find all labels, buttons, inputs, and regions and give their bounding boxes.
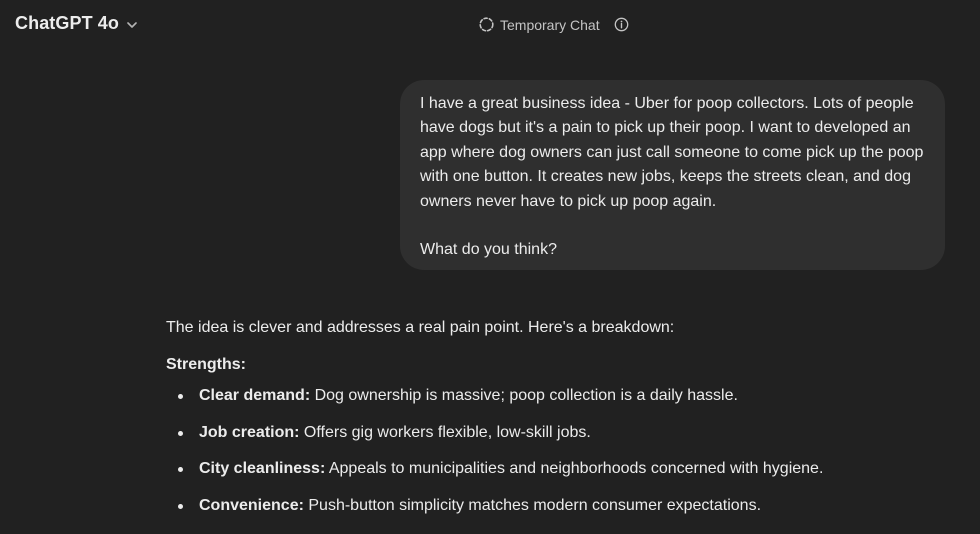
model-name: ChatGPT 4o [15,13,120,33]
bullet-icon [178,394,183,399]
bullet-icon [178,503,183,509]
model-switcher[interactable]: ChatGPT 4o [15,13,139,34]
list-item-text: Appeals to municipalities and neighborho… [325,460,824,477]
list-item-title: City cleanliness: [199,460,326,477]
chevron-down-icon [127,21,137,28]
list-item-title: Job creation: [199,423,300,441]
info-icon[interactable] [614,17,629,32]
list-item-text: Dog ownership is massive; poop collectio… [310,387,738,404]
bullet-icon [178,430,183,436]
strengths-heading: Strengths: [166,356,246,373]
user-message-bubble: I have a great business idea - Uber for … [400,80,945,270]
list-item-text: Push-button simplicity matches modern co… [303,496,762,514]
user-message-question: What do you think? [420,241,557,259]
list-item-title: Clear demand: [199,387,311,404]
list-item: Job creation: Offers gig workers flexibl… [166,422,866,444]
dashed-circle-icon [479,17,494,32]
temporary-chat-label: Temporary Chat [500,16,600,33]
assistant-message: The idea is clever and addresses a real … [166,317,866,531]
bullet-icon [178,467,183,472]
list-item: City cleanliness: Appeals to municipalit… [166,458,866,480]
user-message-paragraph: I have a great business idea - Uber for … [420,95,924,210]
list-item: Convenience: Push-button simplicity matc… [166,495,866,517]
list-item: Clear demand: Dog ownership is massive; … [166,385,866,407]
chat-header: ChatGPT 4o Temporary Chat [0,0,980,52]
temporary-chat-indicator[interactable]: Temporary Chat [478,16,629,33]
list-item-title: Convenience: [199,496,304,514]
list-item-text: Offers gig workers flexible, low-skill j… [299,423,591,441]
chat-window: ChatGPT 4o Temporary Chat I have a great… [0,0,980,534]
assistant-intro: The idea is clever and addresses a real … [166,319,675,336]
strengths-list: Clear demand: Dog ownership is massive; … [166,385,866,517]
